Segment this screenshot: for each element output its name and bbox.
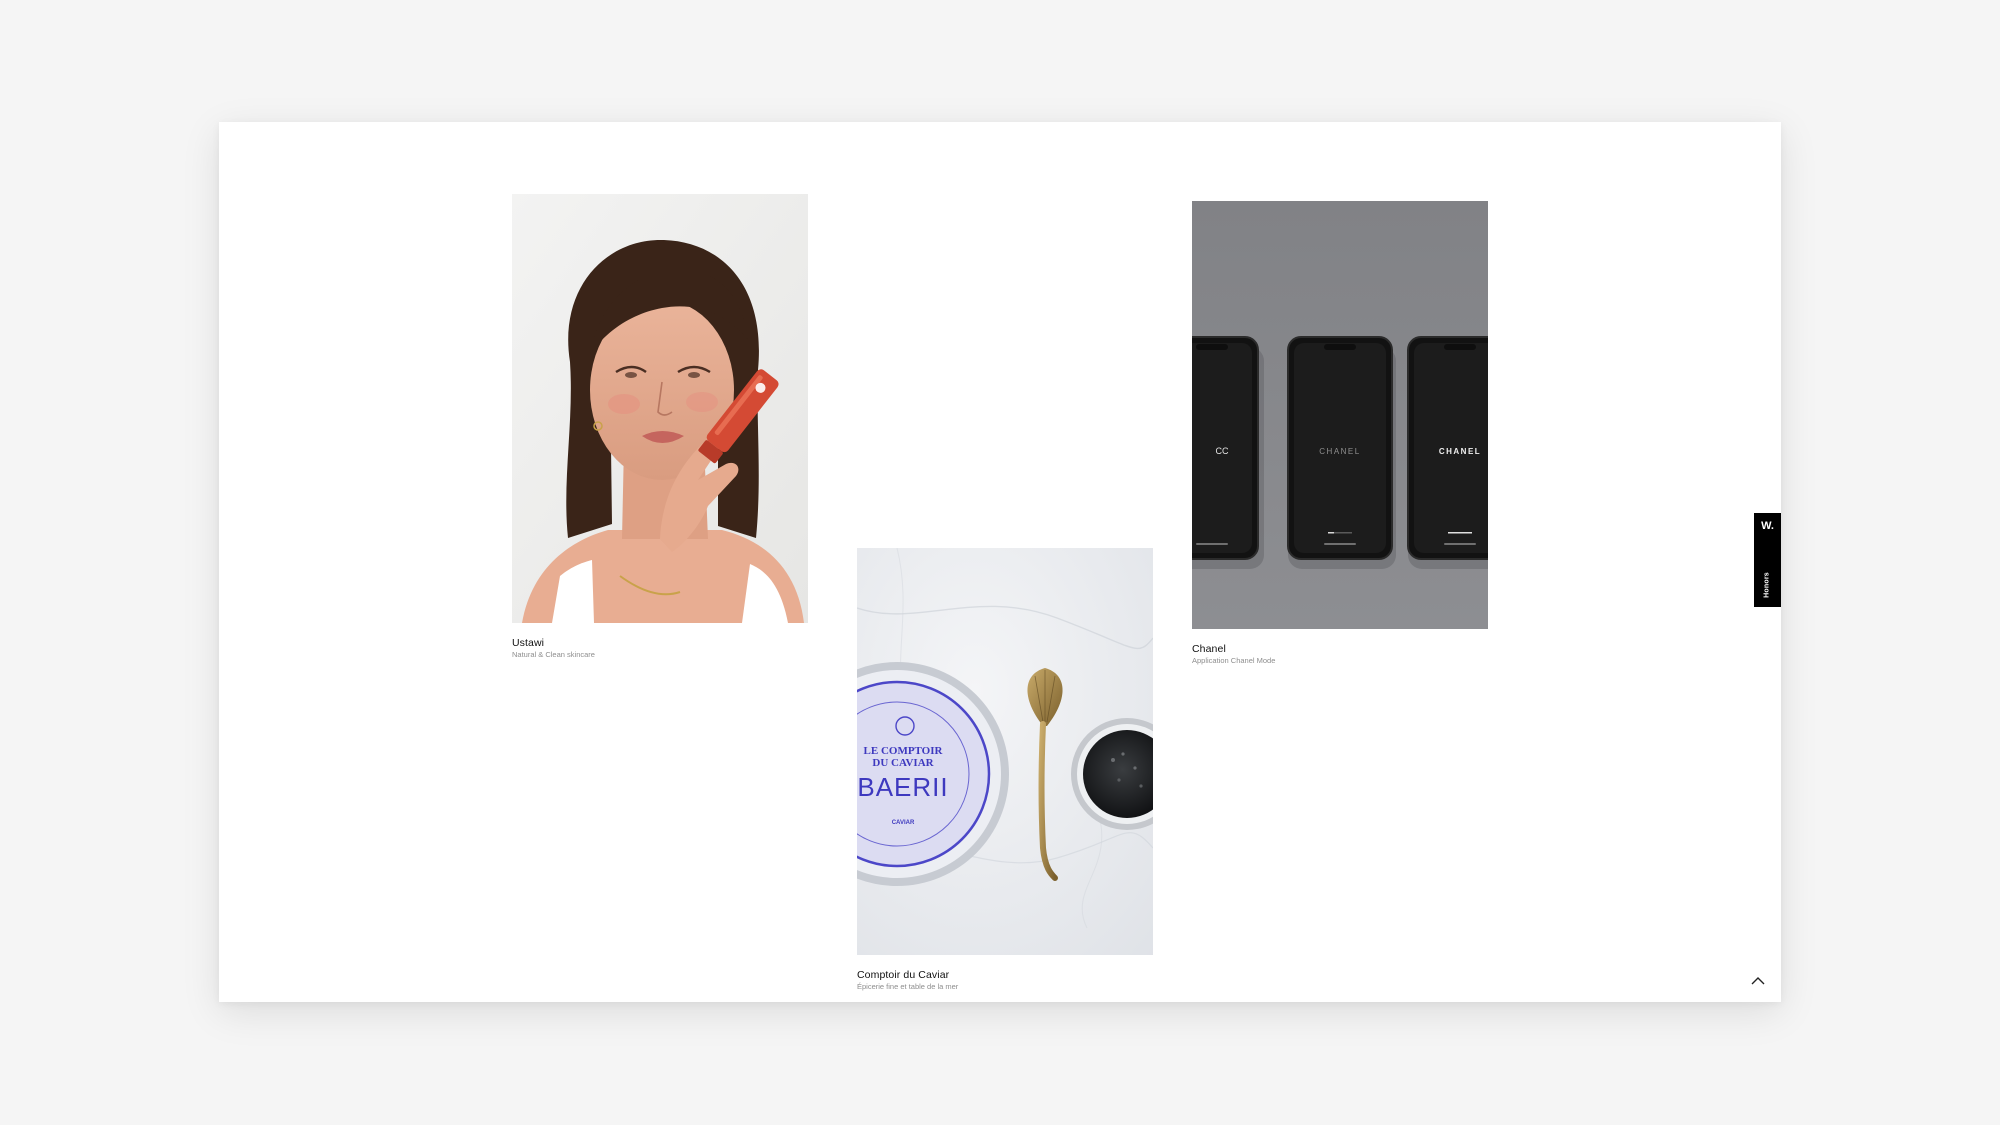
woman-portrait-image (512, 194, 808, 623)
project-subtitle: Natural & Clean skincare (512, 650, 595, 659)
project-subtitle: Épicerie fine et table de la mer (857, 982, 959, 991)
tin-variety: BAERII (857, 772, 948, 802)
badge-label: Honors (1763, 572, 1771, 598)
chevron-up-icon (1751, 977, 1765, 985)
project-card-chanel[interactable]: CC CHANEL CHANEL Chanel Application Chan… (1192, 201, 1488, 666)
tin-brand-line-1: LE COMPTOIR (864, 745, 944, 757)
tin-brand-line-2: DU CAVIAR (872, 757, 934, 769)
chanel-thumbnail[interactable]: CC CHANEL CHANEL (1192, 201, 1488, 629)
caviar-thumbnail[interactable]: LE COMPTOIR DU CAVIAR BAERII CAVIAR (857, 548, 1153, 955)
scroll-to-top-button[interactable] (1749, 972, 1767, 990)
project-card-comptoir-du-caviar[interactable]: LE COMPTOIR DU CAVIAR BAERII CAVIAR Comp… (857, 548, 1153, 992)
chanel-phones-image: CC CHANEL CHANEL (1192, 201, 1488, 629)
badge-logo: W. (1761, 520, 1774, 532)
project-title[interactable]: Ustawi (512, 637, 808, 649)
project-card-ustawi[interactable]: Ustawi Natural & Clean skincare (512, 194, 808, 660)
project-title[interactable]: Chanel (1192, 643, 1488, 655)
honors-badge[interactable]: W. Honors (1754, 513, 1781, 607)
caviar-still-life-image: LE COMPTOIR DU CAVIAR BAERII CAVIAR (857, 548, 1153, 955)
phone-screen-3-logo: CHANEL (1439, 447, 1481, 456)
phone-screen-2-logo: CHANEL (1319, 447, 1360, 456)
phone-screen-1-logo: CC (1216, 446, 1229, 456)
portfolio-page: Ustawi Natural & Clean skincare LE COMPT… (219, 122, 1781, 1002)
project-subtitle: Application Chanel Mode (1192, 656, 1276, 665)
ustawi-thumbnail[interactable] (512, 194, 808, 623)
project-title[interactable]: Comptoir du Caviar (857, 969, 1153, 981)
tin-small-mark: CAVIAR (892, 820, 915, 826)
